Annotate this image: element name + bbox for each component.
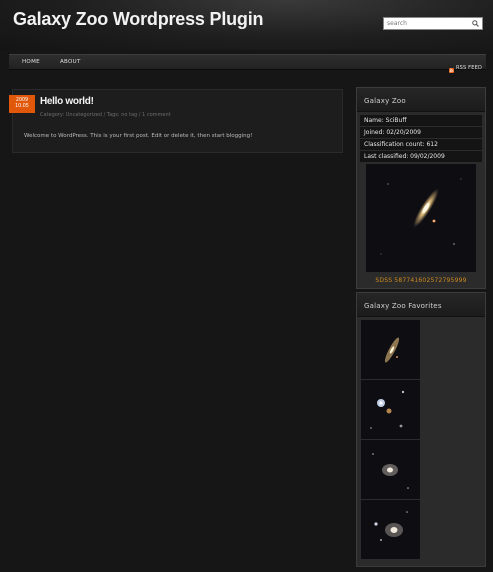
widget-title: Galaxy Zoo xyxy=(357,88,485,112)
category-link[interactable]: Uncategorized xyxy=(66,112,102,118)
favorites-list xyxy=(357,317,485,559)
sdss-object-link[interactable]: SDSS 587741602572795999 xyxy=(357,277,485,284)
favorite-galaxy-thumbnail[interactable] xyxy=(361,440,420,499)
profile-name: Name: SciBuff xyxy=(360,115,482,126)
galaxy-image[interactable] xyxy=(366,164,476,272)
search-input[interactable] xyxy=(384,18,470,29)
site-header: Galaxy Zoo Wordpress Plugin xyxy=(0,0,493,50)
profile-last-classified: Last classified: 09/02/2009 xyxy=(360,151,482,162)
profile-joined: Joined: 02/20/2009 xyxy=(360,127,482,138)
nav-item-home[interactable]: HOME xyxy=(22,59,40,65)
post-title[interactable]: Hello world! xyxy=(40,96,94,107)
favorite-galaxy-thumbnail[interactable] xyxy=(361,500,420,559)
profile-classification-count: Classification count: 612 xyxy=(360,139,482,150)
nav-item-about[interactable]: ABOUT xyxy=(60,59,81,65)
favorite-galaxy-thumbnail[interactable] xyxy=(361,380,420,439)
site-title[interactable]: Galaxy Zoo Wordpress Plugin xyxy=(13,9,264,30)
blog-post: 2009 10.05 Hello world! Category: Uncate… xyxy=(9,89,343,153)
comments-link[interactable]: 1 comment xyxy=(142,112,171,118)
rss-icon xyxy=(448,58,454,77)
widget-title: Galaxy Zoo Favorites xyxy=(357,293,485,317)
category-prefix: Category: xyxy=(40,112,66,118)
galaxy-zoo-widget: Galaxy Zoo Name: SciBuff Joined: 02/20/2… xyxy=(356,87,486,289)
search-icon[interactable] xyxy=(470,18,480,29)
search-box xyxy=(383,17,483,30)
rss-label: RSS FEED xyxy=(455,64,482,71)
rss-feed-link[interactable]: RSS FEED xyxy=(448,58,482,77)
post-date-badge: 2009 10.05 xyxy=(9,95,35,113)
tags-prefix: / Tags: xyxy=(101,112,122,118)
post-date-day: 10.05 xyxy=(15,104,29,109)
tags-link[interactable]: no tag xyxy=(121,112,137,118)
galaxy-zoo-favorites-widget: Galaxy Zoo Favorites xyxy=(356,292,486,567)
profile-info: Name: SciBuff Joined: 02/20/2009 Classif… xyxy=(357,112,485,162)
post-body: Welcome to WordPress. This is your first… xyxy=(24,133,253,139)
post-meta: Category: Uncategorized / Tags: no tag /… xyxy=(40,112,171,118)
favorite-galaxy-thumbnail[interactable] xyxy=(361,320,420,379)
nav-bar: HOME ABOUT RSS FEED xyxy=(9,54,486,73)
